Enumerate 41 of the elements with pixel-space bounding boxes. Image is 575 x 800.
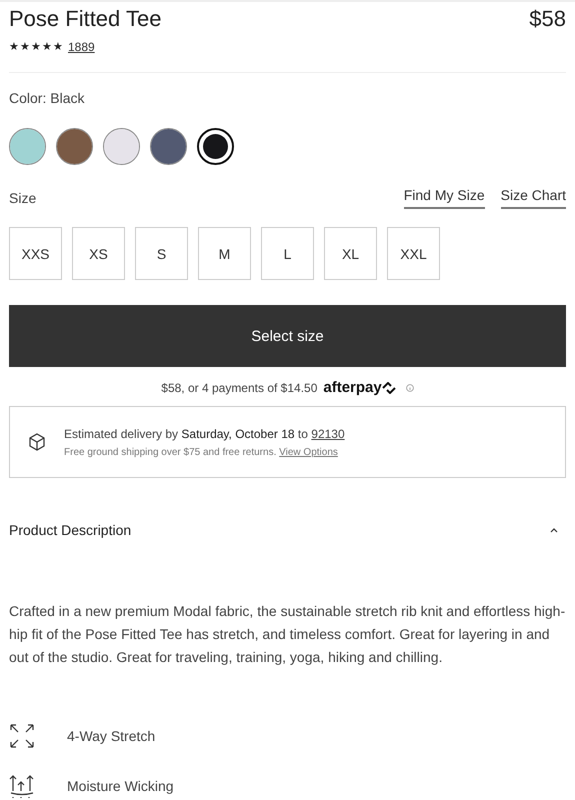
size-option[interactable]: S <box>135 227 188 280</box>
select-size-button[interactable]: Select size <box>9 305 566 367</box>
star-icon: ★ <box>42 42 52 52</box>
feature-label: 4-Way Stretch <box>67 728 156 744</box>
size-link[interactable]: Size Chart <box>500 187 566 209</box>
product-title: Pose Fitted Tee <box>9 6 162 32</box>
package-icon <box>28 433 46 451</box>
up-arrows-icon <box>9 773 35 799</box>
color-swatch[interactable] <box>56 128 93 165</box>
view-options-link[interactable]: View Options <box>279 446 338 458</box>
accordion-title: Product Description <box>9 522 132 538</box>
loop-arrows-icon <box>382 382 396 394</box>
color-swatch[interactable] <box>9 128 46 165</box>
expand-arrows-icon <box>9 723 35 749</box>
price: $58 <box>529 6 566 32</box>
zip-code-link[interactable]: 92130 <box>311 426 345 440</box>
star-icon: ★ <box>20 42 30 52</box>
description-accordion[interactable]: Product Description <box>9 522 566 538</box>
size-option[interactable]: XXS <box>9 227 62 280</box>
size-option[interactable]: L <box>261 227 314 280</box>
delivery-text: Estimated delivery by Saturday, October 18 to 92130 <box>64 426 345 440</box>
size-label: Size <box>9 190 36 206</box>
description-text: Crafted in a new premium Modal fabric, the sustainable stretch rib knit and effortless high-hip fit of the Pose Fitted Tee has stretch, and timeless comfort. Great for layering in and out of the studio. Great for traveling, training, yoga, hiking and chilling. <box>9 602 566 667</box>
color-swatch[interactable] <box>150 128 187 165</box>
color-label: Color: Black <box>9 90 84 106</box>
star-icon: ★ <box>53 42 63 52</box>
size-link[interactable]: Find My Size <box>404 187 485 209</box>
size-option[interactable]: XS <box>72 227 125 280</box>
shipping-note: Free ground shipping over $75 and free returns. View Options <box>64 446 339 458</box>
star-icon: ★ <box>9 42 19 52</box>
feature-label: Moisture Wicking <box>67 778 174 794</box>
color-swatch[interactable] <box>103 128 140 165</box>
installments-text: $58, or 4 payments of $14.50 <box>161 380 318 394</box>
size-option[interactable]: XXL <box>387 227 440 280</box>
size-option[interactable]: M <box>198 227 251 280</box>
review-count-link[interactable]: 1889 <box>68 40 95 54</box>
afterpay-logo: afterpay <box>323 379 382 396</box>
color-swatch[interactable] <box>197 128 234 165</box>
size-option[interactable]: XL <box>324 227 377 280</box>
star-icon: ★ <box>31 42 41 52</box>
info-icon[interactable] <box>406 384 414 392</box>
